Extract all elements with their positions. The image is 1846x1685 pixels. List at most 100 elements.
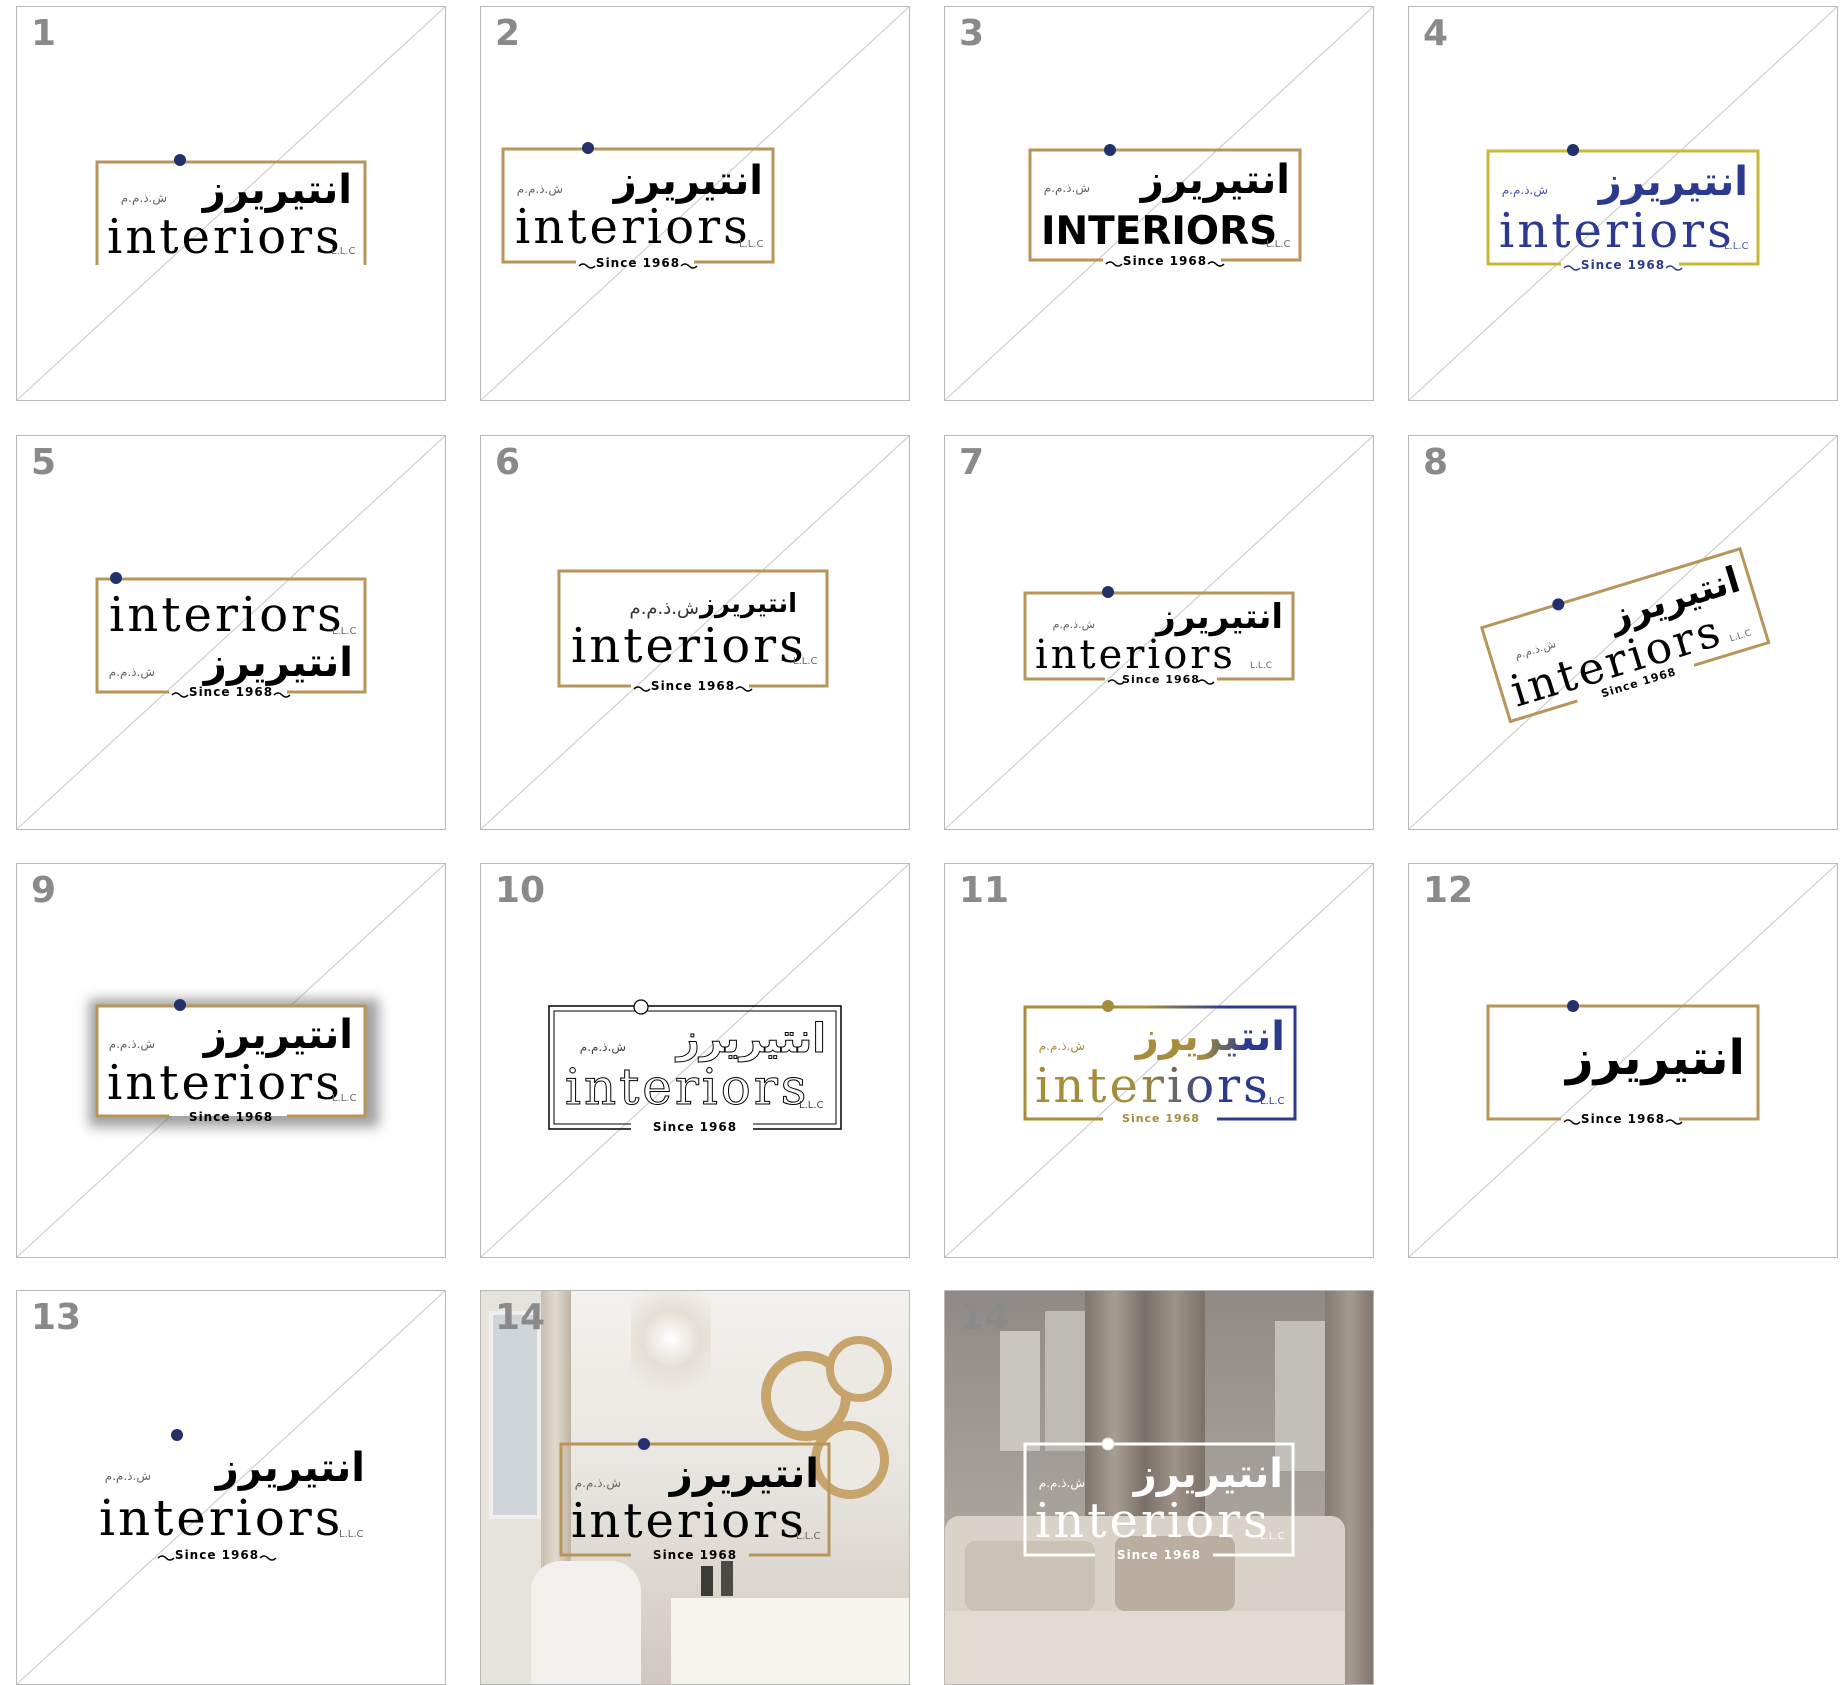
svg-text:انتيريرز: انتيريرز	[1134, 1014, 1285, 1060]
svg-text:L.L.C: L.L.C	[1724, 241, 1749, 252]
svg-text:Since 1968: Since 1968	[175, 1548, 259, 1562]
logo-variant-5: interiors L.L.C انتيريرز ش.ذ.م.م Since 1…	[95, 572, 367, 699]
svg-text:interiors: interiors	[571, 1493, 807, 1549]
svg-text:انتيريرز: انتيريرز	[214, 1445, 365, 1491]
svg-text:interiors: interiors	[1035, 632, 1236, 678]
svg-text:interiors: interiors	[515, 199, 751, 255]
arabic-suffix: ش.ذ.م.م	[121, 191, 167, 206]
logo-variant-6: انتيريرز ش.ذ.م.م interiors L.L.C Since 1…	[557, 569, 829, 693]
tile-7[interactable]: 7 انتيريرز ش.ذ.م.م interiors L.L.C Since…	[944, 435, 1374, 830]
tile-3[interactable]: 3 انتيريرز ش.ذ.م.م INTERIORS L.L.C Since…	[944, 6, 1374, 401]
tile-number: 2	[495, 13, 521, 54]
tile-number: 12	[1423, 870, 1474, 911]
svg-text:interiors: interiors	[109, 587, 345, 643]
svg-text:ش.ذ.م.م: ش.ذ.م.م	[1502, 183, 1548, 198]
svg-text:انتيريرز: انتيريرز	[612, 158, 763, 204]
svg-text:L.L.C: L.L.C	[796, 1531, 821, 1542]
svg-text:Since 1968: Since 1968	[653, 1120, 737, 1134]
tile-number: 7	[959, 442, 985, 483]
svg-text:انتيريرز: انتيريرز	[675, 1016, 826, 1062]
logo-variation-grid: 1 انتيريرز ش.ذ.م.م interiors L.L.C 2 انت…	[0, 0, 1846, 1685]
svg-text:ش.ذ.م.م: ش.ذ.م.م	[109, 1037, 155, 1052]
svg-text:L.L.C: L.L.C	[332, 1093, 357, 1104]
logo-variant-10: انتيريرز ش.ذ.م.م interiors L.L.C Since 1…	[548, 999, 842, 1134]
tile-5[interactable]: 5 interiors L.L.C انتيريرز ش.ذ.م.م Since…	[16, 435, 446, 830]
tile-10[interactable]: 10 انتيريرز ش.ذ.م.م interiors L.L.C Sinc…	[480, 863, 910, 1258]
tile-number: 5	[31, 442, 57, 483]
arabic-name: انتيريرز	[201, 167, 352, 213]
svg-text:interiors: interiors	[99, 1489, 343, 1547]
svg-text:interiors: interiors	[1499, 203, 1735, 259]
svg-text:L.L.C: L.L.C	[339, 1529, 364, 1540]
legal-suffix: L.L.C	[331, 246, 356, 257]
tile-number: 8	[1423, 442, 1449, 483]
svg-text:ش.ذ.م.م: ش.ذ.م.م	[630, 598, 699, 619]
svg-text:انتيريرز: انتيريرز	[1132, 1451, 1283, 1497]
tile-13[interactable]: 13 انتيريرز ش.ذ.م.م interiors L.L.C Sinc…	[16, 1290, 446, 1685]
svg-text:L.L.C: L.L.C	[1729, 628, 1753, 644]
svg-text:Since 1968: Since 1968	[651, 679, 735, 693]
svg-text:Since 1968: Since 1968	[596, 256, 680, 270]
svg-text:L.L.C: L.L.C	[1260, 1531, 1285, 1542]
tile-6[interactable]: 6 انتيريرز ش.ذ.م.م interiors L.L.C Since…	[480, 435, 910, 830]
svg-text:L.L.C: L.L.C	[1266, 239, 1291, 250]
svg-text:L.L.C: L.L.C	[739, 239, 764, 250]
logo-variant-14-on-room: انتيريرز ش.ذ.م.م interiors L.L.C Since 1…	[559, 1438, 831, 1562]
svg-text:انتيريرز: انتيريرز	[1597, 159, 1748, 205]
tile-number: 9	[31, 870, 57, 911]
tile-number: 14	[495, 1297, 546, 1338]
svg-text:Since 1968: Since 1968	[653, 1548, 737, 1562]
tile-2[interactable]: 2 انتيريرز ش.ذ.م.م interiors L.L.C Since…	[480, 6, 910, 401]
svg-text:L.L.C: L.L.C	[799, 1100, 824, 1111]
tile-12[interactable]: 12 انتيريرز Since 1968	[1408, 863, 1838, 1258]
svg-text:انتيريرز: انتيريرز	[1154, 597, 1283, 637]
latin-name: interiors	[107, 209, 343, 265]
svg-text:ش.ذ.م.م: ش.ذ.م.م	[1044, 181, 1090, 196]
tile-number: 3	[959, 13, 985, 54]
svg-text:L.L.C: L.L.C	[793, 656, 818, 667]
tile-4[interactable]: 4 انتيريرز ش.ذ.م.م interiors L.L.C Since…	[1408, 6, 1838, 401]
tile-number: 1	[31, 13, 57, 54]
svg-text:انتيريرز: انتيريرز	[698, 589, 797, 619]
tile-number: 14	[959, 1297, 1010, 1338]
svg-text:Since 1968: Since 1968	[1581, 1112, 1665, 1126]
logo-variant-2: انتيريرز ش.ذ.م.م interiors L.L.C Since 1…	[501, 142, 775, 270]
svg-text:انتيريرز: انتيريرز	[202, 640, 353, 686]
svg-text:Since 1968: Since 1968	[1123, 254, 1207, 268]
svg-text:ش.ذ.م.م: ش.ذ.م.م	[580, 1040, 626, 1055]
logo-variant-7: انتيريرز ش.ذ.م.م interiors L.L.C Since 1…	[1023, 586, 1295, 686]
svg-text:انتيريرز: انتيريرز	[1139, 157, 1290, 203]
tile-9[interactable]: 9 انتيريرز ش.ذ.م.م interiors L.L.C Since…	[16, 863, 446, 1258]
tile-number: 4	[1423, 13, 1449, 54]
svg-text:interiors: interiors	[107, 1055, 343, 1111]
tile-14-photo-mockup-dark[interactable]: 14 انتيريرز ش.ذ.م.م interiors L.L.C Sinc…	[944, 1290, 1374, 1685]
svg-text:انتيريرز: انتيريرز	[668, 1451, 819, 1497]
svg-text:Since 1968: Since 1968	[1581, 258, 1665, 272]
logo-variant-11: انتيريرز ش.ذ.م.م interiors L.L.C Since 1…	[1023, 1000, 1297, 1125]
logo-variant-14-white-on-sofa: انتيريرز ش.ذ.م.م interiors L.L.C Since 1…	[1023, 1437, 1295, 1562]
svg-text:ش.ذ.م.م: ش.ذ.م.م	[105, 1469, 151, 1484]
svg-text:ش.ذ.م.م: ش.ذ.م.م	[575, 1476, 621, 1491]
logo-variant-9: انتيريرز ش.ذ.م.م interiors L.L.C Since 1…	[89, 999, 379, 1127]
tile-14-photo-mockup[interactable]: 14 انتيريرز ش.ذ.م.م interiors L.L.C Sinc…	[480, 1290, 910, 1685]
svg-text:ش.ذ.م.م: ش.ذ.م.م	[1039, 1476, 1085, 1491]
svg-text:Since 1968: Since 1968	[1117, 1548, 1201, 1562]
svg-text:Since 1968: Since 1968	[189, 685, 273, 699]
tile-8[interactable]: 8 انتيريرز ش.ذ.م.م interiors L.L.C Since…	[1408, 435, 1838, 830]
logo-variant-12: انتيريرز Since 1968	[1486, 1000, 1760, 1126]
svg-text:ش.ذ.م.م: ش.ذ.م.م	[1053, 618, 1095, 631]
tile-number: 10	[495, 870, 546, 911]
logo-variant-3: انتيريرز ش.ذ.م.م INTERIORS L.L.C Since 1…	[1028, 144, 1302, 268]
tile-11[interactable]: 11 انتيريرز ش.ذ.م.م interiors L.L.C Sinc…	[944, 863, 1374, 1258]
svg-text:interiors: interiors	[1035, 1493, 1271, 1549]
tile-number: 13	[31, 1297, 82, 1338]
svg-text:ش.ذ.م.م: ش.ذ.م.م	[1039, 1039, 1085, 1054]
tile-number: 11	[959, 870, 1010, 911]
logo-variant-13: انتيريرز ش.ذ.م.م interiors L.L.C Since 1…	[99, 1429, 365, 1562]
svg-text:interiors: interiors	[571, 618, 807, 674]
svg-text:L.L.C: L.L.C	[332, 626, 357, 637]
svg-text:Since 1968: Since 1968	[1122, 673, 1200, 686]
logo-variant-1: انتيريرز ش.ذ.م.م interiors L.L.C	[95, 154, 367, 265]
tile-1[interactable]: 1 انتيريرز ش.ذ.م.م interiors L.L.C	[16, 6, 446, 401]
logo-variant-4: انتيريرز ش.ذ.م.م interiors L.L.C Since 1…	[1486, 144, 1760, 272]
